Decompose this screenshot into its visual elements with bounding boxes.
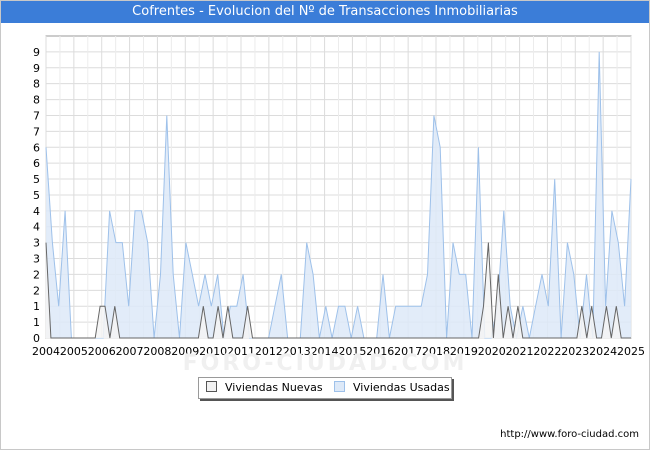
y-tick-label: 3 (33, 253, 40, 266)
legend-label-nuevas: Viviendas Nuevas (225, 381, 323, 394)
watermark-text: FORO-CIUDAD.COM (182, 351, 468, 376)
y-tick-label: 8 (33, 94, 40, 107)
legend-swatch-usadas (334, 381, 345, 392)
y-tick-label: 1 (33, 300, 40, 313)
y-tick-label: 3 (33, 237, 40, 250)
y-tick-label: 4 (33, 205, 40, 218)
y-tick-label: 0 (33, 332, 40, 345)
y-tick-label: 9 (33, 46, 40, 59)
y-tick-label: 4 (33, 221, 40, 234)
chart-frame: Cofrentes - Evolucion del Nº de Transacc… (0, 0, 650, 450)
source-link[interactable]: http://www.foro-ciudad.com (500, 429, 639, 440)
legend-item-nuevas: Viviendas Nuevas (206, 378, 323, 398)
legend-item-usadas: Viviendas Usadas (334, 378, 450, 398)
legend: Viviendas Nuevas Viviendas Usadas (198, 377, 452, 399)
y-tick-label: 5 (33, 173, 40, 186)
y-tick-label: 7 (33, 109, 40, 122)
y-tick-label: 7 (33, 125, 40, 138)
y-tick-label: 2 (33, 284, 40, 297)
legend-label-usadas: Viviendas Usadas (353, 381, 450, 394)
y-tick-label: 9 (33, 62, 40, 75)
legend-swatch-nuevas (206, 381, 217, 392)
y-tick-label: 8 (33, 78, 40, 91)
y-tick-label: 6 (33, 157, 40, 170)
y-tick-label: 2 (33, 268, 40, 281)
y-tick-label: 5 (33, 189, 40, 202)
y-tick-label: 6 (33, 141, 40, 154)
y-tick-label: 1 (33, 316, 40, 329)
